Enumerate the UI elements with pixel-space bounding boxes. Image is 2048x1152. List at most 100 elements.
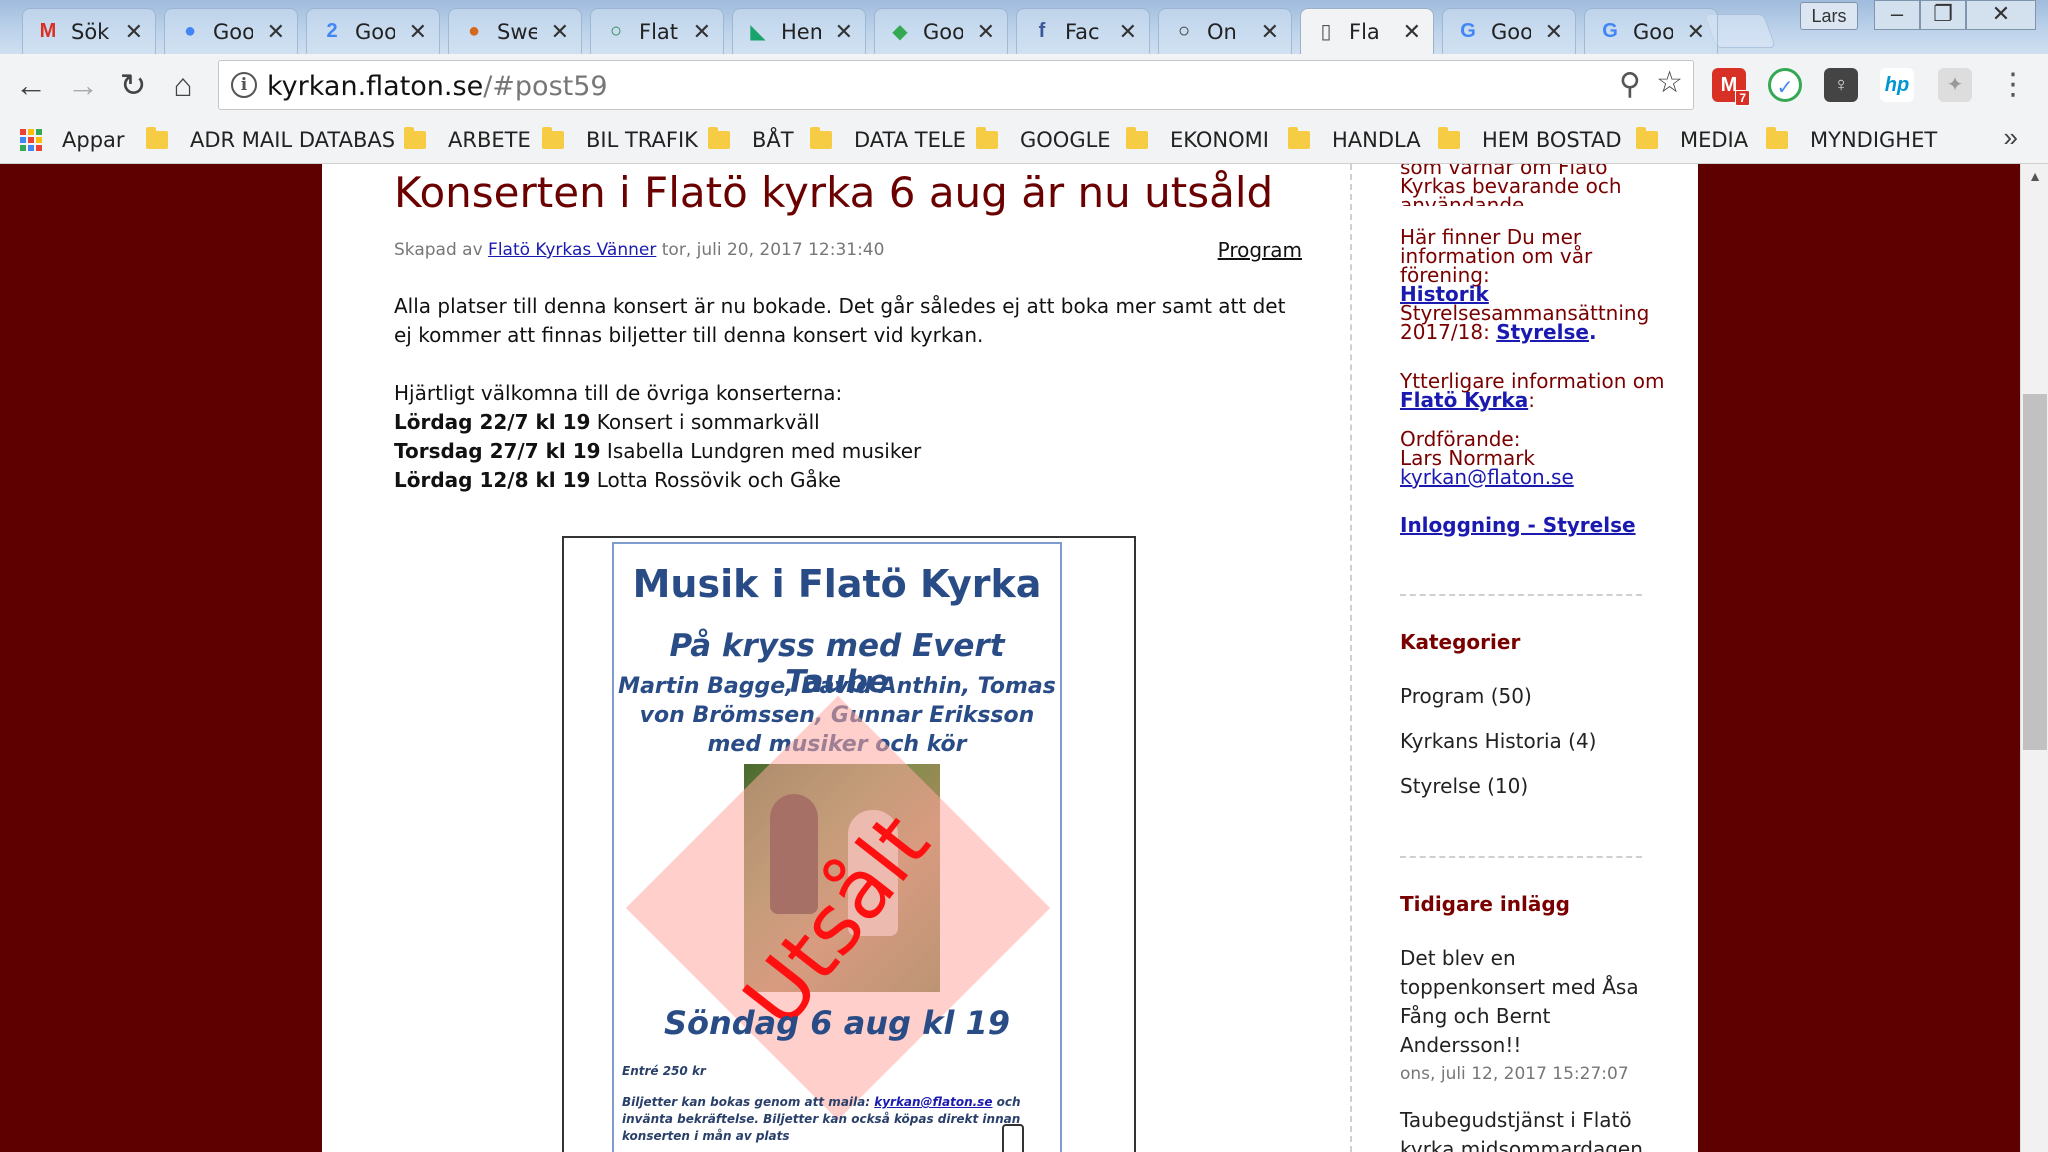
browser-tab[interactable]: G Goo ✕ [1442, 8, 1576, 54]
zoom-icon[interactable]: ⚲ [1619, 67, 1641, 102]
bookmark-folder[interactable]: HANDLA [1288, 124, 1421, 156]
bookmark-folder[interactable]: ADR MAIL DATABAS [146, 124, 395, 156]
post-title[interactable]: Konserten i Flatö kyrka 6 aug är nu utså… [394, 168, 1273, 217]
bookmark-folder[interactable]: BÅT [708, 124, 794, 156]
forward-icon[interactable]: → [62, 64, 104, 106]
tab-title: Fla [1349, 19, 1380, 44]
tab-close-icon[interactable]: ✕ [1261, 19, 1279, 45]
browser-tab[interactable]: ◆ Goo ✕ [874, 8, 1008, 54]
profile-button[interactable]: Lars [1800, 2, 1858, 30]
sidebar-about-text: som värnar om Flatö Kyrkas bevarande och… [1400, 164, 1670, 206]
sidebar-more-block: Ytterligare information om Flatö Kyrka: [1400, 369, 1665, 412]
bookmark-star-icon[interactable]: ☆ [1656, 65, 1683, 100]
onedrive-icon: ○ [1177, 20, 1191, 42]
tickets-email-link[interactable]: kyrkan@flaton.se [874, 1095, 992, 1109]
browser-tab[interactable]: ○ Flat ✕ [590, 8, 724, 54]
tab-close-icon[interactable]: ✕ [267, 19, 285, 45]
bookmark-folder[interactable]: BIL TRAFIK [542, 124, 698, 156]
browser-tab[interactable]: ▯ Fla ✕ [1300, 8, 1434, 54]
author-link[interactable]: Flatö Kyrkas Vänner [488, 240, 656, 260]
concert-date: Lördag 12/8 kl 19 [394, 468, 591, 492]
login-link[interactable]: Inloggning - Styrelse [1400, 513, 1636, 537]
tab-close-icon[interactable]: ✕ [977, 19, 995, 45]
tab-title: Goo [355, 19, 395, 44]
tab-close-icon[interactable]: ✕ [1119, 19, 1137, 45]
puzzle-extension-icon[interactable]: ✦ [1938, 68, 1972, 102]
tab-close-icon[interactable]: ✕ [1545, 19, 1563, 45]
more-bookmarks-icon[interactable]: » [2004, 122, 2018, 153]
login-block: Inloggning - Styrelse [1400, 513, 1670, 537]
concert-title: Isabella Lundgren med musiker [600, 439, 922, 463]
tab-close-icon[interactable]: ✕ [693, 19, 711, 45]
restore-icon[interactable]: ❐ [1920, 0, 1966, 30]
bookmark-folder-label: ARBETE [448, 128, 531, 152]
scroll-up-icon[interactable]: ▲ [2021, 168, 2048, 184]
info-icon[interactable]: i [231, 72, 257, 98]
bookmark-folder[interactable]: EKONOMI [1126, 124, 1269, 156]
tab-close-icon[interactable]: ✕ [551, 19, 569, 45]
browser-tab[interactable]: ● Goo ✕ [164, 8, 298, 54]
earlier-post-link[interactable]: Det blev en toppenkonsert med Åsa Fång o… [1400, 944, 1650, 1060]
bookmark-apps-label: Appar [62, 128, 125, 152]
browser-tab[interactable]: ● Swe ✕ [448, 8, 582, 54]
category-link[interactable]: Program (50) [1400, 684, 1532, 708]
gmail-extension-icon[interactable]: M7 [1712, 68, 1750, 106]
tab-title: Flat [639, 19, 679, 44]
category-link[interactable]: Styrelse (10) [1400, 774, 1528, 798]
flato-kyrka-link[interactable]: Flatö Kyrka [1400, 388, 1528, 412]
folder-icon [1288, 127, 1310, 149]
bookmark-folder[interactable]: GOOGLE [976, 124, 1111, 156]
tab-close-icon[interactable]: ✕ [409, 19, 427, 45]
styrelse-link[interactable]: Styrelse [1496, 320, 1589, 344]
url-text[interactable]: kyrkan.flaton.se/#post59 [267, 71, 608, 102]
address-bar[interactable]: i kyrkan.flaton.se/#post59 ⚲ ☆ [218, 60, 1694, 110]
browser-tab[interactable]: f Fac ✕ [1016, 8, 1150, 54]
chrome-extension-icon[interactable]: ✓ [1768, 68, 1802, 102]
category-link[interactable]: Kyrkans Historia (4) [1400, 729, 1596, 753]
home-icon[interactable]: ⌂ [162, 64, 204, 106]
scrollbar[interactable]: ▲ [2020, 164, 2048, 1152]
scrollbar-thumb[interactable] [2023, 394, 2047, 750]
tab-close-icon[interactable]: ✕ [835, 19, 853, 45]
poster-tickets: Biljetter kan bokas genom att maila: kyr… [622, 1094, 1042, 1145]
bookmark-folder-label: MEDIA [1680, 128, 1749, 152]
browser-tab[interactable]: 2 Goo ✕ [306, 8, 440, 54]
next-post-link[interactable]: Taubegudstjänst i Flatö kyrka midsommard… [1400, 1106, 1650, 1152]
folder-icon [810, 127, 832, 149]
browser-tab[interactable]: ◣ Hem ✕ [732, 8, 866, 54]
blog-page: Konserten i Flatö kyrka 6 aug är nu utså… [322, 164, 1698, 1152]
document-icon: ▯ [1320, 21, 1332, 43]
gmail-icon: M [39, 20, 57, 42]
meta-prefix: Skapad av [394, 240, 483, 260]
folder-icon [1438, 127, 1460, 149]
bookmark-folder[interactable]: DATA TELE [810, 124, 966, 156]
close-window-icon[interactable]: ✕ [1966, 0, 2036, 30]
browser-tab[interactable]: M Sök ✕ [22, 8, 156, 54]
email-link[interactable]: kyrkan@flaton.se [1400, 465, 1574, 489]
browser-tab[interactable]: G Goo ✕ [1584, 8, 1718, 54]
concert-item: Lördag 12/8 kl 19 Lotta Rossövik och Gåk… [394, 466, 1302, 495]
google-contacts-icon: ● [183, 20, 197, 42]
post-date: tor, juli 20, 2017 12:31:40 [661, 240, 885, 260]
back-icon[interactable]: ← [10, 64, 52, 106]
bookmark-folder-label: HEM BOSTAD [1482, 128, 1622, 152]
minimize-icon[interactable]: – [1874, 0, 1920, 30]
bookmark-apps[interactable]: Appar [20, 124, 125, 156]
bookmark-folder[interactable]: MEDIA [1636, 124, 1748, 156]
hp-extension-icon[interactable]: hp [1880, 68, 1914, 102]
category-link[interactable]: Program [1218, 238, 1302, 262]
bookmark-folder[interactable]: ARBETE [404, 124, 531, 156]
concert-poster[interactable]: Musik i Flatö Kyrka På kryss med Evert T… [562, 536, 1136, 1152]
bookmark-folder[interactable]: MYNDIGHET [1766, 124, 1937, 156]
reload-icon[interactable]: ↻ [112, 64, 154, 106]
earlier-post-date: ons, juli 12, 2017 15:27:07 [1400, 1064, 1629, 1084]
sidebar-divider [1400, 594, 1642, 596]
tab-close-icon[interactable]: ✕ [1403, 19, 1421, 45]
browser-menu-icon[interactable]: ⋮ [1998, 68, 2028, 102]
bookmark-folder-label: EKONOMI [1170, 128, 1269, 152]
keep-extension-icon[interactable]: ♀ [1824, 68, 1858, 102]
bookmark-folder[interactable]: HEM BOSTAD [1438, 124, 1621, 156]
tab-close-icon[interactable]: ✕ [1687, 19, 1705, 45]
browser-tab[interactable]: ○ On ✕ [1158, 8, 1292, 54]
tab-close-icon[interactable]: ✕ [125, 19, 143, 45]
